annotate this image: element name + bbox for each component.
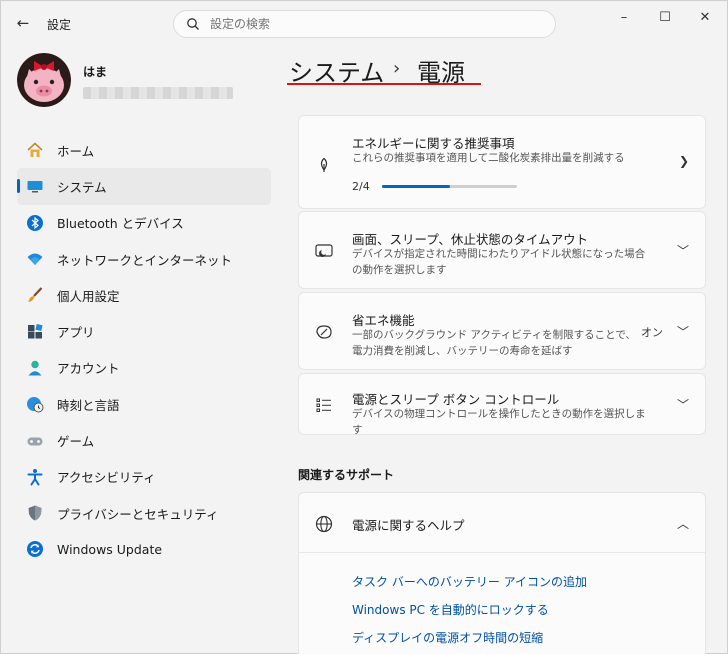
energy-saver-card[interactable]: 省エネ機能 一部のバックグラウンド アクティビティを制限することで、電力消費を削… (298, 292, 706, 370)
apps-icon (25, 322, 45, 342)
sidebar-item-gaming[interactable]: ゲーム (17, 422, 271, 458)
search-input[interactable] (210, 14, 540, 34)
power-help-panel: 電源に関するヘルプ ︿ タスク バーへのバッテリー アイコンの追加 Window… (298, 492, 706, 654)
list-icon (313, 394, 335, 416)
sidebar-item-label: ゲーム (57, 434, 95, 450)
sidebar-item-time-language[interactable]: 時刻と言語 (17, 386, 271, 422)
help-link-display-off[interactable]: ディスプレイの電源オフ時間の短縮 (352, 629, 543, 646)
gamepad-icon (25, 431, 45, 451)
sidebar-item-label: アプリ (57, 325, 95, 341)
sidebar-item-home[interactable]: ホーム (17, 132, 271, 168)
progress-label: 2/4 (352, 180, 370, 193)
sidebar-item-label: Bluetooth とデバイス (57, 216, 184, 232)
title-bar: ← 設定 – ☐ ✕ (1, 1, 728, 47)
close-button[interactable]: ✕ (689, 7, 721, 29)
user-email-blurred (83, 87, 233, 99)
system-icon (25, 176, 45, 196)
energy-saver-leaf-icon (313, 321, 335, 343)
sidebar-item-label: Windows Update (57, 541, 163, 557)
app-title: 設定 (47, 18, 72, 32)
account-icon (25, 358, 45, 378)
related-support-heading: 関連するサポート (298, 468, 395, 482)
sidebar-item-label: ネットワークとインターネット (57, 252, 233, 268)
sidebar-item-label: アカウント (57, 361, 120, 377)
user-profile[interactable]: はま (17, 53, 267, 109)
minimize-button[interactable]: – (608, 7, 640, 29)
screen-sleep-timeout-card[interactable]: 画面、スリープ、休止状態のタイムアウト デバイスが指定された時間にわたりアイドル… (298, 211, 706, 289)
brush-icon (25, 285, 45, 305)
sidebar-item-apps[interactable]: アプリ (17, 313, 271, 349)
bluetooth-icon (25, 213, 45, 233)
wifi-icon (25, 249, 45, 269)
chevron-down-icon: ﹀ (676, 325, 689, 339)
sidebar-item-privacy[interactable]: プライバシーとセキュリティ (17, 495, 271, 531)
power-help-header[interactable]: 電源に関するヘルプ ︿ (299, 493, 705, 553)
card-description: デバイスの物理コントロールを操作したときの動作を選択します (352, 408, 646, 436)
chevron-up-icon: ︿ (676, 517, 689, 531)
card-description: デバイスが指定された時間にわたりアイドル状態になった場合の動作を選択します (352, 248, 646, 276)
sidebar-item-label: プライバシーとセキュリティ (57, 506, 219, 522)
sidebar-item-accounts[interactable]: アカウント (17, 350, 271, 386)
title-underline (287, 83, 481, 85)
sidebar-item-network[interactable]: ネットワークとインターネット (17, 241, 271, 277)
settings-window: ← 設定 – ☐ ✕ はま (0, 0, 728, 654)
progress-fill (382, 185, 450, 188)
back-arrow-icon[interactable]: ← (13, 13, 33, 33)
energy-recommendations-card[interactable]: エネルギーに関する推奨事項 これらの推奨事項を適用して二酸化炭素排出量を削減する… (298, 115, 706, 209)
sidebar-item-personalization[interactable]: 個人用設定 (17, 277, 271, 313)
sidebar-nav: ホーム システム Bluetooth とデバイス ネットワークとインターネット … (17, 132, 271, 568)
sidebar-item-windows-update[interactable]: Windows Update (17, 531, 271, 567)
power-button-controls-card[interactable]: 電源とスリープ ボタン コントロール デバイスの物理コントロールを操作したときの… (298, 373, 706, 436)
chevron-down-icon: ﹀ (676, 244, 689, 258)
shield-icon (25, 503, 45, 523)
pig-avatar-icon (17, 53, 71, 107)
progress-bar (382, 185, 517, 188)
user-name: はま (83, 65, 108, 79)
screen-sleep-icon (313, 240, 335, 262)
leaf-icon (313, 154, 335, 176)
card-description: これらの推奨事項を適用して二酸化炭素排出量を削減する (352, 152, 625, 164)
home-icon (25, 140, 45, 160)
help-link-battery-icon[interactable]: タスク バーへのバッテリー アイコンの追加 (352, 573, 587, 590)
chevron-right-icon: ❯ (678, 154, 689, 168)
globe-clock-icon (25, 394, 45, 414)
globe-icon (315, 515, 333, 533)
search-box[interactable] (173, 10, 556, 38)
avatar[interactable] (17, 53, 71, 107)
sidebar-item-label: ホーム (57, 143, 95, 159)
search-icon (187, 18, 199, 30)
breadcrumb-separator: › (393, 58, 401, 79)
power-help-title: 電源に関するヘルプ (352, 518, 465, 533)
maximize-button[interactable]: ☐ (649, 7, 681, 29)
sidebar-item-label: 個人用設定 (57, 288, 120, 304)
sidebar-item-label: 時刻と言語 (57, 397, 120, 413)
sidebar-item-bluetooth[interactable]: Bluetooth とデバイス (17, 205, 271, 241)
card-description: 一部のバックグラウンド アクティビティを制限することで、電力消費を削減し、バッテ… (352, 329, 636, 357)
sidebar-item-system[interactable]: システム (17, 168, 271, 205)
chevron-down-icon: ﹀ (676, 398, 689, 412)
update-icon (25, 539, 45, 559)
sidebar-item-label: システム (57, 179, 107, 195)
accessibility-icon (25, 467, 45, 487)
sidebar-item-label: アクセシビリティ (57, 470, 156, 486)
help-link-auto-lock[interactable]: Windows PC を自動的にロックする (352, 601, 549, 618)
energy-saver-status: オン (641, 326, 663, 339)
sidebar-item-accessibility[interactable]: アクセシビリティ (17, 459, 271, 495)
